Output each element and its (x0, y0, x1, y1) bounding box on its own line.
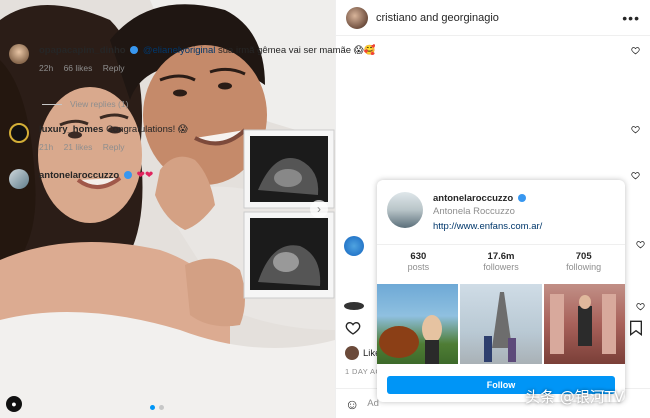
like-heart-icon[interactable] (636, 240, 645, 249)
author-avatar[interactable] (346, 6, 368, 29)
comment-username[interactable]: luxury_homes (39, 124, 103, 135)
comment-text: ❤❤ (136, 170, 154, 181)
more-options-icon[interactable]: ••• (622, 10, 640, 26)
like-heart-icon[interactable] (631, 125, 640, 134)
comment-likes[interactable]: 21 likes (64, 142, 93, 152)
carousel-dot-active (150, 405, 155, 410)
commenter-avatar[interactable] (9, 123, 29, 143)
emoji-icon[interactable]: ☺ (345, 396, 359, 412)
post-authors[interactable]: cristiano and georginagio (376, 12, 622, 24)
comment-body: luxury_homes Congratulations! 😱 21h 21 l… (39, 123, 631, 154)
stat-posts[interactable]: 630 posts (377, 251, 460, 284)
bookmark-icon[interactable] (629, 320, 643, 336)
next-photo-arrow-icon[interactable]: › (310, 200, 328, 218)
commenter-avatar[interactable] (9, 169, 29, 189)
hovercard-avatar[interactable] (387, 192, 423, 228)
hovercard-username[interactable]: antonelaroccuzzo (433, 193, 513, 204)
comment-likes[interactable]: 66 likes (64, 63, 93, 73)
recent-post-thumbnail[interactable] (543, 284, 625, 364)
watermark: 头条 @银河TV (525, 388, 625, 406)
recent-post-thumbnail[interactable] (460, 284, 542, 364)
comment-mention[interactable]: @elianelyoriginal (143, 45, 216, 56)
likes-row: Like (345, 346, 380, 360)
tag-icon[interactable]: ● (6, 396, 22, 412)
like-heart-icon[interactable] (631, 46, 640, 55)
commenter-avatar[interactable] (9, 44, 29, 64)
comment-body: opapacapim_dinho @elianelyoriginal sua i… (39, 44, 631, 75)
recent-post-thumbnail[interactable] (377, 284, 459, 364)
verified-badge-icon (517, 194, 526, 203)
comment-meta: 21h 21 likes Reply (39, 141, 631, 154)
carousel-dot (159, 405, 164, 410)
hovercard-link[interactable]: http://www.enfans.com.ar/ (433, 220, 542, 233)
view-replies-link[interactable]: View replies (1) (42, 99, 128, 109)
comment-username[interactable]: antonelaroccuzzo (39, 170, 119, 181)
like-heart-icon[interactable] (636, 302, 645, 311)
post-header: cristiano and georginagio ••• (336, 0, 650, 36)
reply-button[interactable]: Reply (103, 142, 125, 152)
hovercard-fullname: Antonela Roccuzzo (433, 206, 515, 217)
hovercard-header: antonelaroccuzzo Antonela Roccuzzo http:… (377, 180, 625, 233)
like-heart-icon[interactable] (631, 171, 640, 180)
liker-avatar[interactable] (345, 346, 359, 360)
add-comment-input[interactable]: Ad (367, 398, 379, 409)
stat-following[interactable]: 705 following (542, 251, 625, 284)
post-actions (345, 320, 361, 336)
hovercard-info: antonelaroccuzzo Antonela Roccuzzo http:… (433, 192, 542, 233)
like-post-icon[interactable] (345, 320, 361, 336)
comment-item: opapacapim_dinho @elianelyoriginal sua i… (9, 44, 640, 75)
comment-meta: 22h 66 likes Reply (39, 62, 631, 75)
reply-button[interactable]: Reply (103, 63, 125, 73)
verified-badge-icon (123, 171, 132, 180)
verified-badge-icon (130, 46, 139, 55)
comment-time: 21h (39, 142, 54, 152)
carousel-indicator (150, 405, 164, 410)
comment-item: luxury_homes Congratulations! 😱 21h 21 l… (9, 123, 640, 154)
hovercard-stats: 630 posts 17.6m followers 705 following (377, 244, 625, 284)
profile-hovercard: antonelaroccuzzo Antonela Roccuzzo http:… (377, 180, 625, 402)
comment-text: Congratulations! 😱 (106, 124, 188, 135)
hovercard-recent-posts (377, 284, 625, 364)
commenter-avatar[interactable] (344, 302, 364, 310)
comment-text: sua irmã gêmea vai ser mamãe 😱🥰 (218, 45, 376, 56)
stat-followers[interactable]: 17.6m followers (460, 251, 543, 284)
comment-username[interactable]: opapacapim_dinho (39, 45, 126, 56)
comment-time: 22h (39, 63, 54, 73)
commenter-avatar[interactable] (344, 236, 364, 256)
